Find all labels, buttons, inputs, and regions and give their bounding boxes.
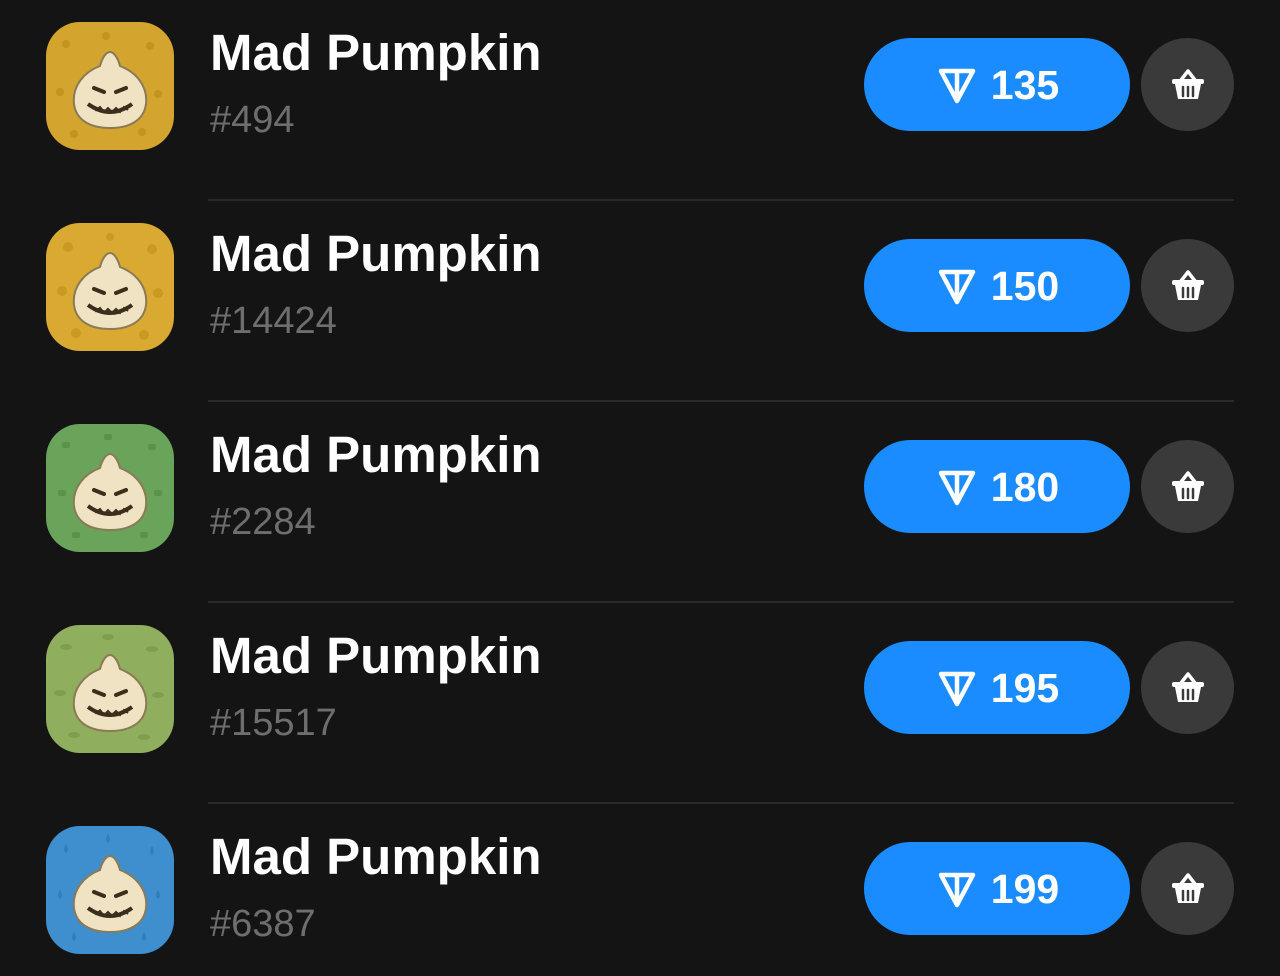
gift-number: #2284: [210, 501, 316, 543]
basket-icon: [1171, 671, 1204, 702]
list-item[interactable]: Mad Pumpkin #15517 195: [0, 603, 1280, 804]
add-to-cart-button[interactable]: [1141, 440, 1234, 533]
price-label: 150: [990, 262, 1060, 309]
basket-icon: [1171, 269, 1204, 300]
ton-icon: [938, 68, 976, 103]
list-item[interactable]: Mad Pumpkin #14424 150: [0, 201, 1280, 402]
mad-pumpkin-gift-icon: [46, 223, 174, 351]
gift-listing: Mad Pumpkin #494 135 Mad Pumpkin #14424 …: [0, 0, 1280, 976]
buy-button[interactable]: 150: [864, 239, 1130, 332]
basket-icon: [1171, 470, 1204, 501]
add-to-cart-button[interactable]: [1141, 239, 1234, 332]
mad-pumpkin-gift-icon: [46, 625, 174, 753]
add-to-cart-button[interactable]: [1141, 842, 1234, 935]
basket-icon: [1171, 68, 1204, 99]
list-item[interactable]: Mad Pumpkin #2284 180: [0, 402, 1280, 603]
gift-title: Mad Pumpkin: [210, 426, 542, 483]
gift-number: #6387: [210, 903, 316, 945]
price-label: 180: [990, 463, 1060, 510]
gift-number: #494: [210, 99, 295, 141]
ton-icon: [938, 872, 976, 907]
buy-button[interactable]: 180: [864, 440, 1130, 533]
add-to-cart-button[interactable]: [1141, 641, 1234, 734]
gift-number: #15517: [210, 702, 337, 744]
list-item[interactable]: Mad Pumpkin #494 135: [0, 0, 1280, 201]
gift-title: Mad Pumpkin: [210, 627, 542, 684]
list-item[interactable]: Mad Pumpkin #6387 199: [0, 804, 1280, 976]
ton-icon: [938, 269, 976, 304]
gift-title: Mad Pumpkin: [210, 225, 542, 282]
mad-pumpkin-gift-icon: [46, 826, 174, 954]
mad-pumpkin-gift-icon: [46, 424, 174, 552]
gift-title: Mad Pumpkin: [210, 828, 542, 885]
buy-button[interactable]: 135: [864, 38, 1130, 131]
buy-button[interactable]: 199: [864, 842, 1130, 935]
price-label: 135: [990, 61, 1060, 108]
gift-number: #14424: [210, 300, 337, 342]
gift-title: Mad Pumpkin: [210, 24, 542, 81]
basket-icon: [1171, 872, 1204, 903]
add-to-cart-button[interactable]: [1141, 38, 1234, 131]
mad-pumpkin-gift-icon: [46, 22, 174, 150]
price-label: 195: [990, 664, 1060, 711]
ton-icon: [938, 671, 976, 706]
price-label: 199: [990, 865, 1060, 912]
buy-button[interactable]: 195: [864, 641, 1130, 734]
ton-icon: [938, 470, 976, 505]
